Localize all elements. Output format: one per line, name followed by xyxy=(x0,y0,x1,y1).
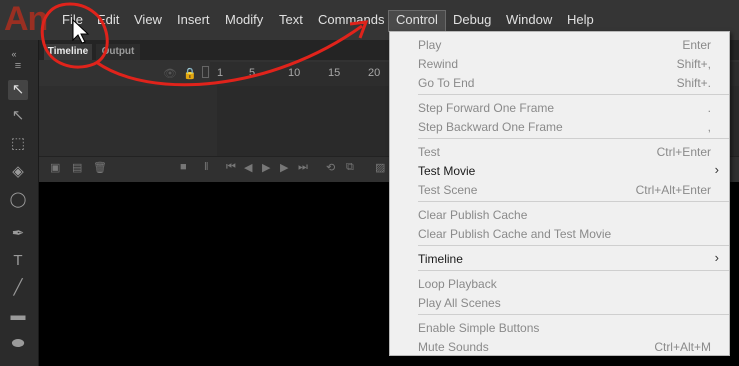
menu-view[interactable]: View xyxy=(134,12,162,27)
menu-separator xyxy=(418,314,729,315)
menu-separator xyxy=(418,201,729,202)
menu-item-step-forward[interactable]: Step Forward One Frame. xyxy=(390,98,729,117)
3d-rotation-tool-icon[interactable]: ◈ xyxy=(8,162,28,182)
menu-separator xyxy=(418,245,729,246)
tools-panel: « ≡ ↖ ↖ ⬚ ◈ ◯ ✒ T ╱ ▬ ⬬ xyxy=(0,40,39,366)
menu-item-loop-playback[interactable]: Loop Playback xyxy=(390,274,729,293)
menu-edit[interactable]: Edit xyxy=(97,12,119,27)
play-icon[interactable]: ▶ xyxy=(262,161,270,174)
menu-item-test-movie[interactable]: Test Movie › xyxy=(390,161,729,180)
menu-help[interactable]: Help xyxy=(567,12,594,27)
menu-item-play[interactable]: Play Enter xyxy=(390,35,729,54)
menu-item-test-scene[interactable]: Test Scene Ctrl+Alt+Enter xyxy=(390,180,729,199)
control-menu: Play Enter Rewind Shift+, Go To End Shift+.… xyxy=(389,31,730,356)
menu-modify[interactable]: Modify xyxy=(225,12,263,27)
edit-multiple-icon[interactable]: ▨ xyxy=(375,161,385,174)
menu-window[interactable]: Window xyxy=(506,12,552,27)
tab-timeline[interactable]: Timeline xyxy=(44,44,92,60)
app-logo: An xyxy=(4,0,48,38)
lock-icon[interactable]: 🔒 xyxy=(183,67,197,80)
last-frame-icon[interactable]: ⏭ xyxy=(298,161,308,174)
free-transform-tool-icon[interactable]: ⬚ xyxy=(8,134,28,154)
submenu-arrow-icon: › xyxy=(714,162,719,177)
ruler-label: 5 xyxy=(249,67,256,79)
rectangle-tool-icon[interactable]: ▬ xyxy=(8,306,28,326)
menu-separator xyxy=(418,270,729,271)
selection-tool-icon[interactable]: ↖ xyxy=(8,80,28,100)
first-frame-icon[interactable]: ⏮ xyxy=(226,161,236,174)
loop-icon[interactable]: ⟲ xyxy=(326,161,335,174)
menu-separator xyxy=(418,94,729,95)
menu-item-mute-sounds[interactable]: Mute Sounds Ctrl+Alt+M xyxy=(390,337,729,356)
step-back-icon[interactable]: ◀ xyxy=(244,161,252,174)
menu-item-test[interactable]: Test Ctrl+Enter xyxy=(390,142,729,161)
menu-file[interactable]: File xyxy=(62,12,83,27)
menu-item-play-all-scenes[interactable]: Play All Scenes xyxy=(390,293,729,312)
menu-text[interactable]: Text xyxy=(279,12,303,27)
tab-output[interactable]: Output xyxy=(96,44,140,60)
step-forward-icon[interactable]: ▶ xyxy=(280,161,288,174)
oval-tool-icon[interactable]: ⬬ xyxy=(8,334,28,354)
menu-commands[interactable]: Commands xyxy=(318,12,384,27)
eye-icon[interactable]: 👁 xyxy=(163,67,177,80)
pen-tool-icon[interactable]: ✒ xyxy=(8,224,28,244)
menu-item-timeline[interactable]: Timeline › xyxy=(390,249,729,268)
menu-debug[interactable]: Debug xyxy=(453,12,491,27)
divider-icon: ‖ xyxy=(204,161,209,173)
ruler-label: 1 xyxy=(217,67,224,79)
menu-item-go-to-end[interactable]: Go To End Shift+. xyxy=(390,73,729,92)
new-layer-icon[interactable]: ▣ xyxy=(50,161,60,174)
ruler-label: 10 xyxy=(288,67,301,79)
outline-icon[interactable] xyxy=(202,66,209,78)
menu-item-enable-simple-buttons[interactable]: Enable Simple Buttons xyxy=(390,318,729,337)
layer-list[interactable] xyxy=(39,86,217,156)
menu-control[interactable]: Control xyxy=(396,12,438,27)
menu-item-clear-publish-cache[interactable]: Clear Publish Cache xyxy=(390,205,729,224)
subselection-tool-icon[interactable]: ↖ xyxy=(8,106,28,126)
new-folder-icon[interactable]: ▤ xyxy=(72,161,82,174)
lasso-tool-icon[interactable]: ◯ xyxy=(8,190,28,210)
line-tool-icon[interactable]: ╱ xyxy=(8,278,28,298)
camera-icon[interactable]: ■ xyxy=(180,161,187,173)
delete-layer-icon[interactable]: 🗑 xyxy=(93,161,107,174)
menu-item-rewind[interactable]: Rewind Shift+, xyxy=(390,54,729,73)
text-tool-icon[interactable]: T xyxy=(8,251,28,271)
panel-menu-icon[interactable]: ≡ xyxy=(8,56,28,76)
submenu-arrow-icon: › xyxy=(714,250,719,265)
menu-insert[interactable]: Insert xyxy=(177,12,210,27)
menu-item-step-backward[interactable]: Step Backward One Frame, xyxy=(390,117,729,136)
ruler-label: 15 xyxy=(328,67,341,79)
menu-item-clear-cache-test[interactable]: Clear Publish Cache and Test Movie xyxy=(390,224,729,243)
onion-skin-icon[interactable]: ⧉ xyxy=(346,161,354,174)
ruler-label: 20 xyxy=(368,67,381,79)
menu-separator xyxy=(418,138,729,139)
